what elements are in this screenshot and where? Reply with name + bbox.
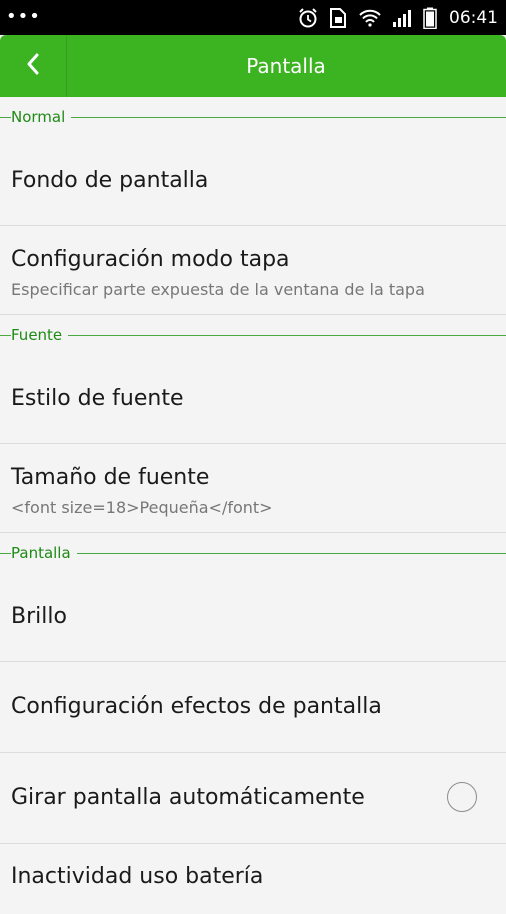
chevron-left-icon (25, 53, 41, 79)
auto-rotate-checkbox[interactable] (447, 782, 477, 812)
alarm-icon (297, 7, 319, 29)
setting-subtitle: <font size=18>Pequeña</font> (11, 498, 273, 517)
status-time: 06:41 (449, 7, 498, 28)
setting-title: Configuración modo tapa (11, 247, 290, 272)
setting-cover-mode[interactable]: Configuración modo tapa Especificar part… (0, 226, 506, 315)
setting-title: Tamaño de fuente (11, 465, 210, 490)
setting-subtitle: Especificar parte expuesta de la ventana… (11, 280, 425, 299)
section-label: Pantalla (11, 544, 77, 562)
action-bar: Pantalla (0, 35, 506, 97)
settings-list: Normal Fondo de pantalla Configuración m… (0, 97, 506, 914)
wifi-icon (359, 9, 381, 27)
setting-title: Brillo (11, 604, 67, 629)
back-button[interactable] (0, 35, 67, 97)
setting-title: Configuración efectos de pantalla (11, 694, 382, 719)
setting-title: Fondo de pantalla (11, 168, 209, 193)
signal-icon (391, 8, 413, 28)
section-label: Fuente (11, 326, 69, 344)
section-divider (0, 335, 506, 336)
setting-title: Girar pantalla automáticamente (11, 785, 365, 810)
setting-screen-effects[interactable]: Configuración efectos de pantalla (0, 662, 506, 753)
section-divider (0, 117, 506, 118)
setting-auto-rotate[interactable]: Girar pantalla automáticamente (0, 753, 506, 844)
status-icons: 06:41 (297, 0, 498, 35)
setting-title: Estilo de fuente (11, 386, 184, 411)
notification-dots: ••• (6, 6, 41, 27)
setting-brightness[interactable]: Brillo (0, 575, 506, 662)
status-bar: ••• 06:41 (0, 0, 506, 35)
section-header-normal: Normal (0, 97, 506, 139)
section-label: Normal (11, 108, 72, 126)
setting-font-size[interactable]: Tamaño de fuente <font size=18>Pequeña</… (0, 444, 506, 533)
setting-font-style[interactable]: Estilo de fuente (0, 357, 506, 444)
section-header-fuente: Fuente (0, 315, 506, 357)
page-title: Pantalla (246, 54, 326, 78)
section-header-pantalla: Pantalla (0, 533, 506, 575)
battery-icon (423, 7, 437, 29)
setting-title: Inactividad uso batería (11, 864, 264, 889)
setting-wallpaper[interactable]: Fondo de pantalla (0, 139, 506, 226)
sim-icon (329, 7, 349, 29)
setting-battery-inactivity[interactable]: Inactividad uso batería (0, 844, 506, 914)
